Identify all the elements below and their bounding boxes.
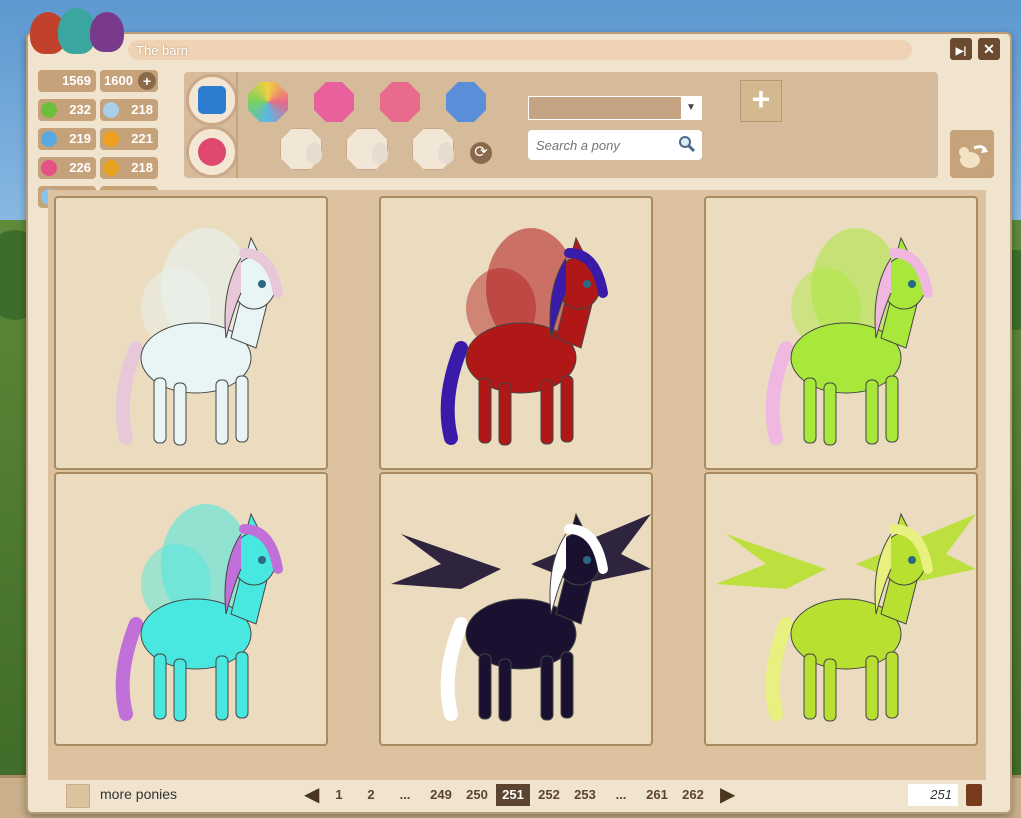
filter-toolbar: ⟳ ▼ +	[184, 72, 938, 178]
close-button[interactable]: ✕	[978, 38, 1000, 60]
page-link[interactable]: 261	[640, 784, 674, 806]
pony-cyan-purple-mane-illustration	[115, 504, 283, 722]
goto-page-button[interactable]	[966, 784, 982, 806]
search-input[interactable]	[528, 130, 702, 160]
color-filter-icon[interactable]	[248, 82, 288, 122]
pony-black-white-mane-illustration	[391, 512, 651, 722]
prev-page-icon[interactable]: ◀	[304, 784, 319, 806]
star-badge-icon	[198, 138, 226, 166]
toolbar-divider	[236, 72, 238, 178]
pony-card[interactable]	[54, 196, 328, 470]
search-icon[interactable]	[678, 135, 696, 153]
breed-filter-icon[interactable]	[446, 82, 486, 122]
stat-value: 219	[69, 131, 91, 146]
folder-tab-button[interactable]	[186, 74, 238, 126]
page-link[interactable]: 262	[676, 784, 710, 806]
pony-white-pink-mane-illustration	[115, 228, 283, 446]
stat-fire: 221	[100, 128, 158, 150]
stat-heart: 226	[38, 157, 96, 179]
trophy-filter-icon[interactable]	[346, 128, 388, 170]
page-link[interactable]: 2	[356, 784, 386, 806]
two-ponies-icon	[446, 82, 486, 122]
capacity-value: 1600	[104, 73, 133, 88]
goto-page-input[interactable]	[908, 784, 958, 806]
game-logo	[28, 4, 128, 64]
stat-value: 218	[131, 160, 153, 175]
page-link[interactable]: 1	[324, 784, 354, 806]
stat-value: 226	[69, 160, 91, 175]
heart-icon	[41, 160, 57, 176]
page-link[interactable]: 252	[532, 784, 566, 806]
close-icon: ✕	[983, 41, 995, 57]
stat-paw-orange: 218	[100, 157, 158, 179]
title-bar: The barn	[128, 40, 912, 60]
money-counter: 1569	[38, 70, 96, 92]
cloud-icon	[103, 102, 119, 118]
stat-cloud: 218	[100, 99, 158, 121]
favorites-tab-button[interactable]	[186, 126, 238, 178]
hearts-icon	[380, 82, 420, 122]
chevron-down-icon: ▼	[681, 97, 701, 119]
next-page-icon[interactable]: ▶	[720, 784, 735, 806]
barn-window: The barn ▶| ✕ 1569 1600 +232 218 219 221 226 21…	[26, 8, 1012, 814]
pony-card[interactable]	[379, 196, 653, 470]
color-wheel-icon	[248, 82, 288, 122]
pony-card[interactable]	[379, 472, 653, 746]
page-link[interactable]: 250	[460, 784, 494, 806]
stat-paw-blue: 219	[38, 128, 96, 150]
pony-red-blue-mane-illustration	[440, 228, 608, 446]
dock-icon: ▶|	[955, 46, 967, 57]
page-link[interactable]: 249	[424, 784, 458, 806]
stat-apple: 232	[38, 99, 96, 121]
paw-orange-icon	[103, 160, 119, 176]
type-slot-icon	[306, 142, 322, 164]
pony-lime-yellow-mane-illustration	[716, 512, 976, 722]
capacity-counter: 1600 +	[100, 70, 158, 92]
type-filter-icon[interactable]	[280, 128, 322, 170]
page-ellipsis: ...	[399, 787, 411, 802]
trophy-slot-icon	[372, 142, 388, 164]
add-filter-button[interactable]: +	[740, 80, 782, 122]
eye-slot-icon	[438, 142, 454, 164]
fire-icon	[103, 131, 119, 147]
pony-card[interactable]	[704, 196, 978, 470]
more-ponies-checkbox[interactable]	[66, 784, 90, 808]
stat-value: 218	[131, 102, 153, 117]
page-link[interactable]: 251	[496, 784, 530, 806]
pagination-bar: more ponies ◀ 1 2... 249 250 251 252 253... 261…	[28, 782, 1010, 812]
pony-card[interactable]	[704, 472, 978, 746]
pony-grid	[48, 190, 986, 780]
refresh-icon[interactable]: ⟳	[470, 142, 492, 164]
gender-filter-icon[interactable]	[314, 82, 354, 122]
paw-blue-icon	[41, 131, 57, 147]
stat-value: 232	[69, 102, 91, 117]
dock-button[interactable]: ▶|	[950, 38, 972, 60]
folder-star-icon	[198, 86, 226, 114]
pony-lime-pink-mane-illustration	[765, 228, 933, 446]
sort-dropdown[interactable]: ▼	[528, 96, 702, 120]
move-ponies-button[interactable]	[950, 130, 994, 178]
add-capacity-icon[interactable]: +	[138, 72, 156, 90]
pony-arrow-icon	[952, 138, 992, 176]
love-filter-icon[interactable]	[380, 82, 420, 122]
stat-value: 221	[131, 131, 153, 146]
eye-filter-icon[interactable]	[412, 128, 454, 170]
more-ponies-label: more ponies	[100, 786, 178, 802]
page-link[interactable]: 253	[568, 784, 602, 806]
gender-symbol-icon	[314, 82, 354, 122]
window-title: The barn	[136, 43, 189, 58]
pony-card[interactable]	[54, 472, 328, 746]
page-ellipsis: ...	[615, 787, 627, 802]
apple-icon	[41, 102, 57, 118]
